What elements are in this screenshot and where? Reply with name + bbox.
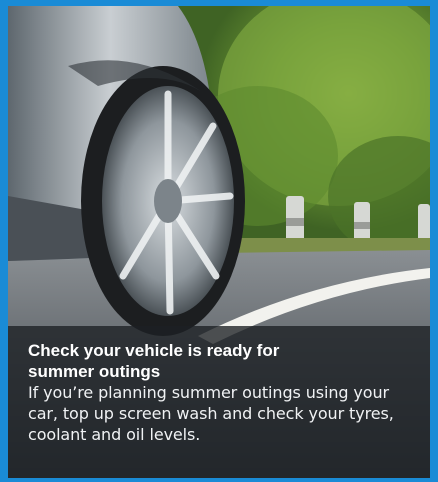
- tip-card[interactable]: Check your vehicle is ready for summer o…: [0, 0, 438, 482]
- tip-body: If you’re planning summer outings using …: [28, 383, 394, 444]
- tip-title[interactable]: Check your vehicle is ready for summer o…: [28, 340, 328, 382]
- tip-caption: Check your vehicle is ready for summer o…: [8, 326, 430, 478]
